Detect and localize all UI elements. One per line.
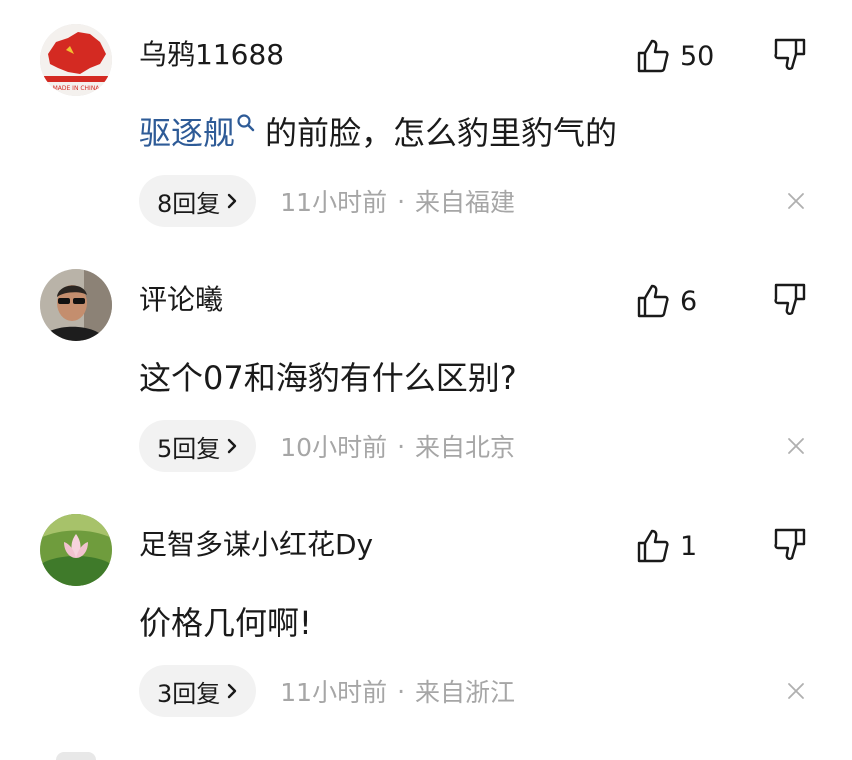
username[interactable]: 足智多谋小红花Dy — [139, 525, 373, 565]
keyword-link[interactable]: 驱逐舰 — [139, 114, 235, 152]
svg-text:MADE IN CHINA: MADE IN CHINA — [53, 85, 101, 92]
close-icon[interactable] — [787, 437, 805, 455]
comment-item: 评论曦 6 这个07和海豹有什么区别? 5回复 10小时前 · 来自北京 — [0, 245, 852, 489]
user-avatar[interactable]: MADE IN CHINA — [40, 24, 112, 96]
comment-text: 价格几何啊! — [139, 604, 312, 642]
like-button[interactable]: 1 — [636, 526, 697, 566]
username[interactable]: 评论曦 — [139, 280, 223, 320]
china-map-avatar-icon: MADE IN CHINA — [40, 24, 112, 96]
search-icon[interactable] — [235, 112, 257, 134]
thumbs-up-icon — [637, 529, 669, 563]
close-icon[interactable] — [787, 192, 805, 210]
like-count: 1 — [680, 530, 698, 562]
thumbs-up-icon — [637, 284, 669, 318]
like-count: 50 — [680, 40, 715, 72]
comment-content: 价格几何啊! — [139, 600, 312, 646]
timestamp: 11小时前 — [280, 678, 388, 707]
comment-list: MADE IN CHINA 乌鸦11688 50 驱逐舰 的前脸，怎么豹里豹气的 … — [0, 0, 852, 760]
replies-button[interactable]: 3回复 — [139, 665, 257, 717]
timestamp: 11小时前 — [280, 188, 388, 217]
replies-button[interactable]: 5回复 — [139, 420, 257, 472]
close-icon[interactable] — [787, 682, 805, 700]
reply-count: 5回复 — [157, 434, 221, 463]
timestamp: 10小时前 — [280, 433, 388, 462]
comment-item: 足智多谋小红花Dy 1 价格几何啊! 3回复 11小时前 · 来自浙江 — [0, 490, 852, 734]
lotus-flower-avatar-icon — [40, 514, 112, 586]
user-avatar[interactable] — [40, 269, 112, 341]
username[interactable]: 乌鸦11688 — [139, 35, 284, 75]
reply-count: 3回复 — [157, 679, 221, 708]
separator-dot: · — [397, 186, 406, 216]
like-button[interactable]: 6 — [636, 281, 697, 321]
comment-item: MADE IN CHINA 乌鸦11688 50 驱逐舰 的前脸，怎么豹里豹气的 … — [0, 0, 852, 244]
separator-dot: · — [397, 676, 406, 706]
thumbs-up-icon — [637, 39, 669, 73]
thumbs-down-icon[interactable] — [772, 281, 808, 319]
chevron-right-icon — [228, 683, 237, 699]
location: 来自浙江 — [415, 678, 516, 707]
location: 来自北京 — [415, 433, 516, 462]
next-comment-avatar — [56, 752, 96, 760]
thumbs-down-icon[interactable] — [772, 36, 808, 74]
like-count: 6 — [680, 285, 698, 317]
chevron-right-icon — [228, 438, 237, 454]
comment-meta: 5回复 10小时前 · 来自北京 — [139, 420, 515, 472]
user-avatar[interactable] — [40, 514, 112, 586]
like-button[interactable]: 50 — [636, 36, 714, 76]
comment-content: 驱逐舰 的前脸，怎么豹里豹气的 — [139, 110, 617, 156]
chevron-right-icon — [228, 193, 237, 209]
comment-text: 的前脸，怎么豹里豹气的 — [265, 114, 618, 152]
comment-content: 这个07和海豹有什么区别? — [139, 355, 517, 401]
comment-meta: 3回复 11小时前 · 来自浙江 — [139, 665, 515, 717]
comment-text: 这个07和海豹有什么区别? — [139, 359, 517, 397]
location: 来自福建 — [415, 188, 516, 217]
comment-meta: 8回复 11小时前 · 来自福建 — [139, 175, 515, 227]
man-sunglasses-avatar-icon — [40, 269, 112, 341]
thumbs-down-icon[interactable] — [772, 526, 808, 564]
replies-button[interactable]: 8回复 — [139, 175, 257, 227]
separator-dot: · — [397, 431, 406, 461]
reply-count: 8回复 — [157, 189, 221, 218]
